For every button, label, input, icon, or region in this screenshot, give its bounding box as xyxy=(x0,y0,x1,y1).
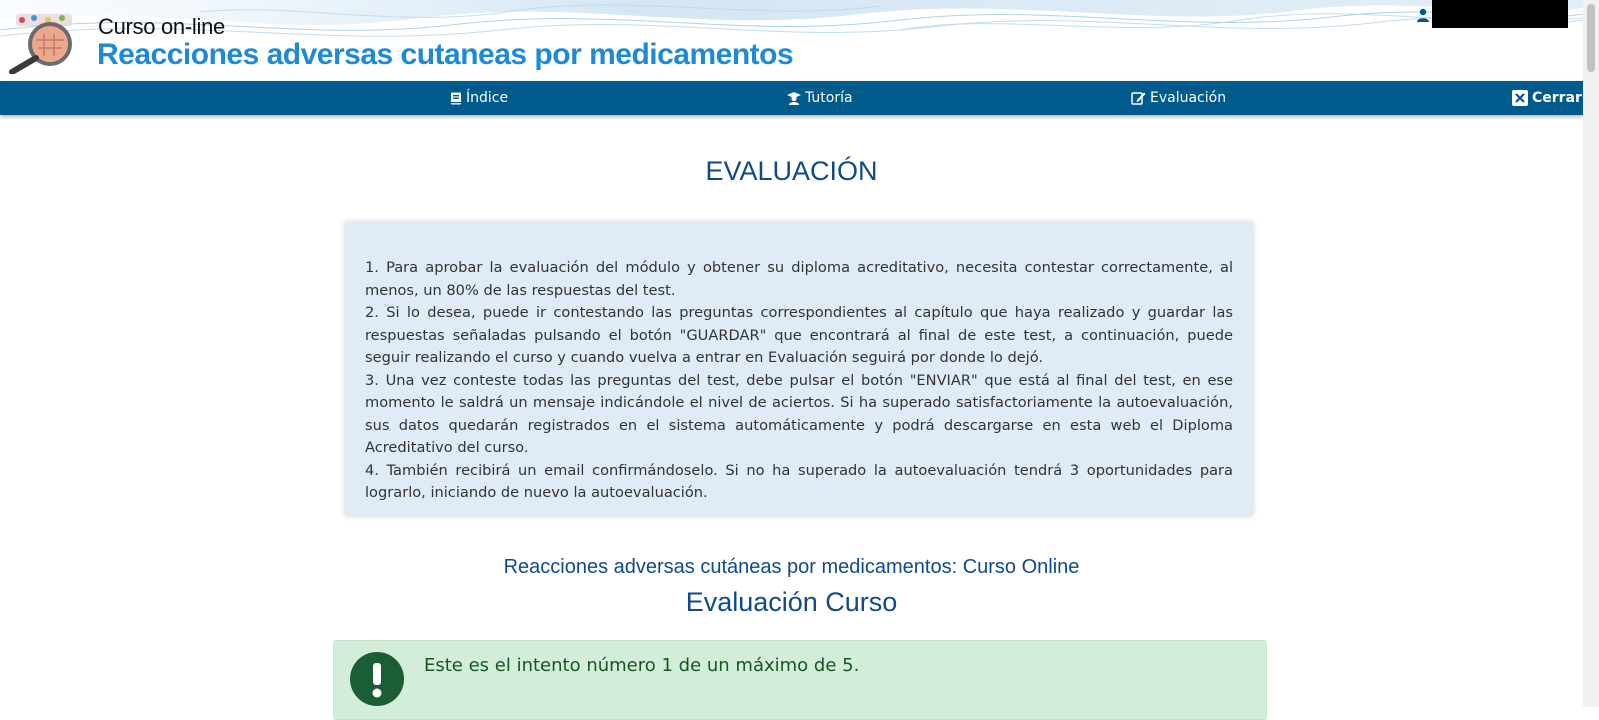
evaluation-title: Evaluación Curso xyxy=(685,587,898,617)
user-name-box[interactable] xyxy=(1432,0,1568,28)
close-button[interactable]: Cerrar xyxy=(1512,81,1582,115)
nav-item-label: Evaluación xyxy=(1150,90,1227,106)
course-subtitle: Reacciones adversas cutáneas por medicam… xyxy=(503,556,1080,578)
nav-item-indice[interactable]: Índice xyxy=(450,81,508,115)
close-icon xyxy=(1512,90,1528,106)
nav-item-evaluacion[interactable]: Evaluación xyxy=(1131,81,1226,115)
instruction-item: 4. También recibirá un email confirmándo… xyxy=(365,461,1233,502)
main-navbar: Índice Tutoría Evaluación Cerrar xyxy=(0,81,1583,115)
instruction-item: 2. Si lo desea, puede ir contestando las… xyxy=(365,304,1233,366)
course-kicker: Curso on-line xyxy=(98,14,225,39)
exclamation-circle-icon xyxy=(350,652,404,706)
nav-item-label: Tutoría xyxy=(805,90,853,106)
book-icon xyxy=(451,92,461,104)
magnifier-skin-icon xyxy=(9,14,72,74)
attempt-alert: Este es el intento número 1 de un máximo… xyxy=(333,640,1267,720)
nav-item-tutoria[interactable]: Tutoría xyxy=(787,81,853,115)
nav-item-label: Índice xyxy=(466,90,509,106)
edit-icon xyxy=(1131,92,1146,105)
teacher-icon xyxy=(787,91,801,105)
scrollbar-thumb[interactable] xyxy=(1587,4,1595,72)
user-icon[interactable] xyxy=(1416,8,1430,22)
instruction-item: 1. Para aprobar la evaluación del módulo… xyxy=(365,259,1233,299)
page-scrollbar[interactable] xyxy=(1583,0,1599,707)
course-title: Reacciones adversas cutaneas por medicam… xyxy=(97,38,794,71)
site-header: Curso on-line Reacciones adversas cutane… xyxy=(0,0,1583,80)
page-title: EVALUACIÓN xyxy=(705,156,878,186)
attempt-alert-text: Este es el intento número 1 de un máximo… xyxy=(424,655,860,676)
instruction-item: 3. Una vez conteste todas las preguntas … xyxy=(365,371,1233,457)
close-label: Cerrar xyxy=(1532,90,1582,106)
instructions-box: 1. Para aprobar la evaluación del módulo… xyxy=(345,221,1253,515)
